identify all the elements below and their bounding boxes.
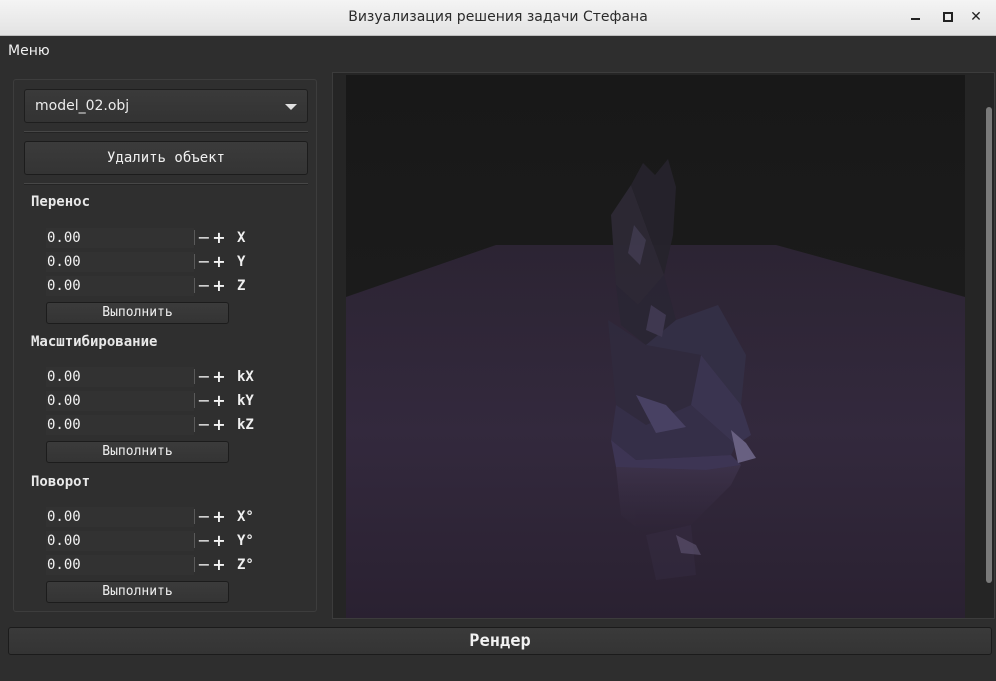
stepper-divider bbox=[194, 557, 195, 572]
maximize-icon bbox=[943, 12, 953, 22]
rotate-z-input[interactable]: 0.00 bbox=[46, 555, 194, 575]
translate-z-input[interactable]: 0.00 bbox=[46, 276, 194, 296]
rotate-x-row: 0.00 − + X° bbox=[46, 506, 296, 528]
increment-button[interactable]: + bbox=[212, 530, 226, 552]
scale-x-input[interactable]: 0.00 bbox=[46, 367, 194, 387]
scale-z-row: 0.00 − + kZ bbox=[46, 414, 296, 436]
title-bar: Визуализация решения задачи Стефана ✕ bbox=[0, 0, 996, 36]
translate-execute-button[interactable]: Выполнить bbox=[46, 302, 229, 324]
stepper-divider bbox=[194, 230, 195, 245]
axis-label: Z° bbox=[237, 557, 254, 573]
translate-z-row: 0.00 − + Z bbox=[46, 275, 296, 297]
model-select[interactable]: model_02.obj bbox=[24, 89, 308, 123]
viewport-scrollbar[interactable] bbox=[986, 107, 992, 583]
minimize-button[interactable] bbox=[906, 8, 924, 26]
stepper-divider bbox=[194, 393, 195, 408]
stepper-divider bbox=[194, 417, 195, 432]
scale-z-input[interactable]: 0.00 bbox=[46, 415, 194, 435]
increment-button[interactable]: + bbox=[212, 554, 226, 576]
scale-title: Масштибирование bbox=[31, 334, 158, 350]
scale-x-row: 0.00 − + kX bbox=[46, 366, 296, 388]
rotate-y-row: 0.00 − + Y° bbox=[46, 530, 296, 552]
scale-y-row: 0.00 − + kY bbox=[46, 390, 296, 412]
menu-bar: Меню bbox=[0, 36, 996, 66]
decrement-button[interactable]: − bbox=[197, 390, 211, 412]
decrement-button[interactable]: − bbox=[197, 414, 211, 436]
rotate-x-input[interactable]: 0.00 bbox=[46, 507, 194, 527]
rotate-z-row: 0.00 − + Z° bbox=[46, 554, 296, 576]
scale-execute-button[interactable]: Выполнить bbox=[46, 441, 229, 463]
stepper-divider bbox=[194, 278, 195, 293]
decrement-button[interactable]: − bbox=[197, 506, 211, 528]
model-select-value: model_02.obj bbox=[35, 98, 130, 114]
decrement-button[interactable]: − bbox=[197, 554, 211, 576]
translate-title: Перенос bbox=[31, 194, 91, 210]
decrement-button[interactable]: − bbox=[197, 227, 211, 249]
axis-label: X° bbox=[237, 509, 254, 525]
scene-canvas bbox=[346, 75, 965, 618]
stepper-divider bbox=[194, 509, 195, 524]
axis-label: kX bbox=[237, 369, 254, 385]
increment-button[interactable]: + bbox=[212, 414, 226, 436]
app-window: Визуализация решения задачи Стефана ✕ Ме… bbox=[0, 0, 996, 681]
decrement-button[interactable]: − bbox=[197, 366, 211, 388]
separator bbox=[24, 131, 308, 133]
increment-button[interactable]: + bbox=[212, 251, 226, 273]
window-title: Визуализация решения задачи Стефана bbox=[348, 9, 648, 25]
increment-button[interactable]: + bbox=[212, 366, 226, 388]
stepper-divider bbox=[194, 369, 195, 384]
stepper-divider bbox=[194, 533, 195, 548]
translate-x-input[interactable]: 0.00 bbox=[46, 228, 194, 248]
close-icon: ✕ bbox=[970, 9, 982, 25]
decrement-button[interactable]: − bbox=[197, 530, 211, 552]
axis-label: Z bbox=[237, 278, 246, 294]
axis-label: kZ bbox=[237, 417, 254, 433]
control-panel: model_02.obj Удалить объект Перенос 0.00… bbox=[13, 79, 317, 612]
chevron-down-icon bbox=[285, 104, 297, 110]
rotate-execute-button[interactable]: Выполнить bbox=[46, 581, 229, 603]
decrement-button[interactable]: − bbox=[197, 251, 211, 273]
translate-x-row: 0.00 − + X bbox=[46, 227, 296, 249]
decrement-button[interactable]: − bbox=[197, 275, 211, 297]
axis-label: X bbox=[237, 230, 246, 246]
close-button[interactable]: ✕ bbox=[967, 8, 985, 26]
menu-main[interactable]: Меню bbox=[8, 43, 50, 59]
axis-label: kY bbox=[237, 393, 254, 409]
render-viewport[interactable] bbox=[332, 72, 995, 619]
increment-button[interactable]: + bbox=[212, 227, 226, 249]
rotate-title: Поворот bbox=[31, 474, 91, 490]
delete-object-button[interactable]: Удалить объект bbox=[24, 141, 308, 175]
stepper-divider bbox=[194, 254, 195, 269]
increment-button[interactable]: + bbox=[212, 506, 226, 528]
render-button[interactable]: Рендер bbox=[8, 627, 992, 655]
separator bbox=[24, 183, 308, 185]
increment-button[interactable]: + bbox=[212, 390, 226, 412]
scale-y-input[interactable]: 0.00 bbox=[46, 391, 194, 411]
translate-y-input[interactable]: 0.00 bbox=[46, 252, 194, 272]
maximize-button[interactable] bbox=[939, 8, 957, 26]
minimize-icon bbox=[910, 18, 920, 20]
rotate-y-input[interactable]: 0.00 bbox=[46, 531, 194, 551]
axis-label: Y bbox=[237, 254, 246, 270]
increment-button[interactable]: + bbox=[212, 275, 226, 297]
translate-y-row: 0.00 − + Y bbox=[46, 251, 296, 273]
axis-label: Y° bbox=[237, 533, 254, 549]
